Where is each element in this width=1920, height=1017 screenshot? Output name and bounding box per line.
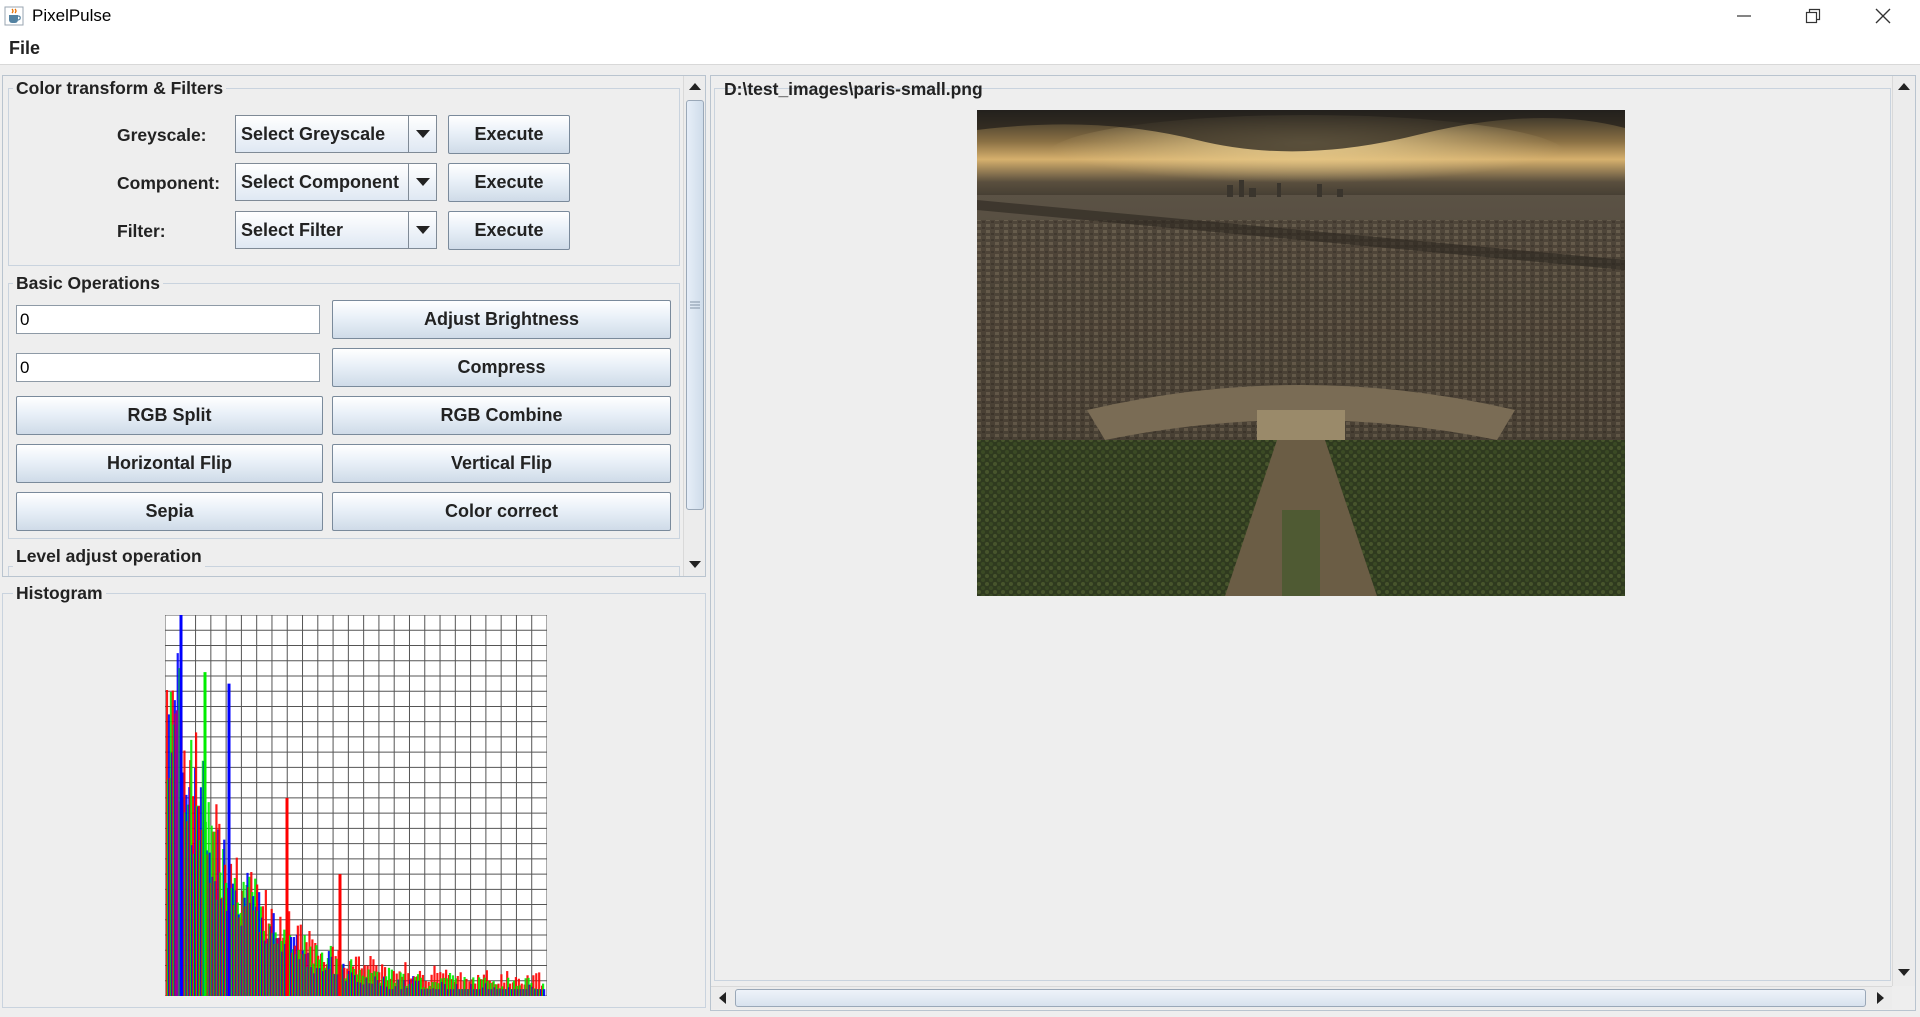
close-button[interactable] [1848,0,1918,31]
filter-select-value: Select Filter [241,220,344,240]
right-vertical-scrollbar[interactable] [1892,76,1915,986]
arrow-down-icon [1898,968,1910,976]
rgb-combine-button[interactable]: RGB Combine [332,396,671,435]
java-cup-icon [4,6,24,26]
arrow-right-icon [1876,992,1884,1004]
component-select[interactable]: Select Component [235,163,437,201]
basic-operations-title: Basic Operations [13,273,163,294]
paris-image [977,110,1625,596]
arrow-down-icon [688,560,701,568]
arrow-up-icon [688,82,701,90]
arrow-up-icon [1898,82,1910,90]
menu-bar: File [0,31,1920,65]
chevron-down-icon [415,178,430,186]
execute-greyscale-button[interactable]: Execute [448,115,570,154]
greyscale-select[interactable]: Select Greyscale [235,115,437,153]
component-select-value: Select Component [241,172,400,192]
rgb-split-button[interactable]: RGB Split [16,396,323,435]
scroll-up-button[interactable] [684,76,705,96]
level-adjust-title: Level adjust operation [13,546,205,567]
filter-label: Filter: [117,221,166,241]
restore-icon [1805,8,1821,23]
right-horizontal-scrollbar[interactable] [711,986,1892,1009]
scrollbar-thumb[interactable] [686,100,704,510]
component-label: Component: [117,173,221,193]
restore-button[interactable] [1778,0,1848,31]
menu-file[interactable]: File [9,38,40,59]
greyscale-select-value: Select Greyscale [241,124,386,144]
scroll-down-button[interactable] [1893,962,1915,982]
minimize-icon [1737,14,1751,17]
arrow-left-icon [718,992,726,1004]
dropdown-arrow-button[interactable] [408,212,436,248]
histogram-chart [165,615,547,996]
left-vertical-scrollbar[interactable] [683,76,705,576]
scroll-left-button[interactable] [711,987,733,1009]
window-title: PixelPulse [32,6,112,25]
scroll-right-button[interactable] [1869,987,1891,1009]
compress-button[interactable]: Compress [332,348,671,387]
level-adjust-group [8,566,680,576]
color-transform-title: Color transform & Filters [13,78,227,99]
sepia-button[interactable]: Sepia [16,492,323,531]
file-path-label: D:\test_images\paris-small.png [724,79,983,99]
filter-select[interactable]: Select Filter [235,211,437,249]
scroll-down-button[interactable] [684,554,705,574]
color-correct-button[interactable]: Color correct [332,492,671,531]
pixelpulse-window: PixelPulse File Color transform & Filter… [0,0,1920,1017]
greyscale-label: Greyscale: [117,125,207,145]
scrollbar-thumb[interactable] [735,989,1866,1007]
scroll-up-button[interactable] [1893,76,1915,96]
execute-component-button[interactable]: Execute [448,163,570,202]
dropdown-arrow-button[interactable] [408,164,436,200]
grip-icon [690,301,700,309]
adjust-brightness-button[interactable]: Adjust Brightness [332,300,671,339]
execute-filter-button[interactable]: Execute [448,211,570,250]
compress-input[interactable]: 0 [16,353,320,382]
chevron-down-icon [415,226,430,234]
dropdown-arrow-button[interactable] [408,116,436,152]
brightness-input[interactable]: 0 [16,305,320,334]
minimize-button[interactable] [1709,0,1779,31]
histogram-title: Histogram [13,583,106,604]
horizontal-flip-button[interactable]: Horizontal Flip [16,444,323,483]
close-icon [1875,8,1891,23]
title-bar: PixelPulse [0,0,1920,31]
chevron-down-icon [415,130,430,138]
vertical-flip-button[interactable]: Vertical Flip [332,444,671,483]
